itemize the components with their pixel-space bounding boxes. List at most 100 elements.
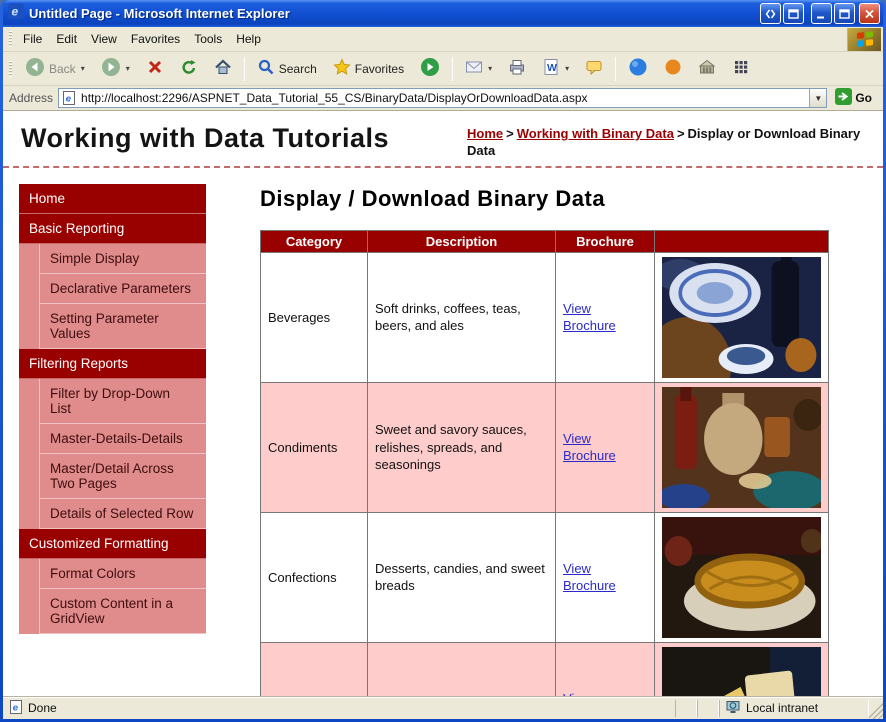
zone-label: Local intranet — [746, 701, 818, 715]
print-icon — [508, 58, 526, 79]
double-chevron-icon[interactable] — [760, 3, 781, 24]
media-icon — [420, 57, 440, 80]
window-icon[interactable] — [783, 3, 804, 24]
table-row: Confections Desserts, candies, and sweet… — [261, 512, 829, 642]
sidebar-item-declarative-parameters[interactable]: Declarative Parameters — [39, 274, 206, 304]
breadcrumb: Home>Working with Binary Data>Display or… — [467, 123, 865, 160]
refresh-button[interactable] — [173, 54, 205, 83]
titlebar[interactable]: e Untitled Page - Microsoft Internet Exp… — [3, 0, 883, 27]
search-icon — [257, 58, 275, 79]
site-header: Working with Data Tutorials Home>Working… — [3, 111, 883, 168]
view-brochure-link[interactable]: View Brochure — [563, 430, 647, 465]
sidebar-item-master-detail-two-pages[interactable]: Master/Detail Across Two Pages — [39, 454, 206, 499]
column-header-description: Description — [368, 230, 556, 252]
svg-text:e: e — [66, 94, 72, 105]
statusbar-pane — [675, 700, 697, 717]
forward-button[interactable]: ▾ — [94, 53, 137, 84]
address-label: Address — [7, 91, 53, 105]
view-brochure-link[interactable]: View Brochure — [563, 300, 647, 335]
back-button[interactable]: Back ▾ — [18, 53, 92, 84]
address-dropdown-button[interactable]: ▼ — [809, 89, 826, 107]
star-icon — [333, 58, 351, 79]
category-cell: Beverages — [261, 252, 368, 382]
maximize-button[interactable] — [834, 3, 855, 24]
minimize-button[interactable] — [811, 3, 832, 24]
breadcrumb-home-link[interactable]: Home — [467, 126, 503, 141]
table-header-row: Category Description Brochure — [261, 230, 829, 252]
mail-caret-icon: ▾ — [488, 64, 492, 73]
address-input[interactable] — [78, 91, 809, 105]
sidebar-item-customized-formatting[interactable]: Customized Formatting — [19, 529, 206, 559]
menu-tools[interactable]: Tools — [187, 29, 229, 49]
menu-help[interactable]: Help — [229, 29, 268, 49]
sidebar-item-custom-content-gridview[interactable]: Custom Content in a GridView — [39, 589, 206, 634]
edit-caret-icon: ▾ — [565, 64, 569, 73]
bank-button[interactable] — [691, 54, 723, 83]
statusbar: e Done Local intranet — [3, 696, 883, 719]
view-brochure-link[interactable]: View Brochure — [563, 690, 647, 696]
page-title: Display / Download Binary Data — [260, 186, 863, 212]
stop-button[interactable] — [139, 54, 171, 83]
sidebar-item-filtering-reports[interactable]: Filtering Reports — [19, 349, 206, 379]
toolbar-grip[interactable] — [9, 61, 12, 77]
discuss-button[interactable] — [578, 54, 610, 83]
sidebar-item-home[interactable]: Home — [19, 184, 206, 214]
menu-edit[interactable]: Edit — [49, 29, 84, 49]
categories-table: Category Description Brochure Beverages … — [260, 230, 829, 696]
sidebar-item-details-of-selected-row[interactable]: Details of Selected Row — [39, 499, 206, 529]
menubar: File Edit View Favorites Tools Help — [3, 27, 883, 52]
sidebar-item-simple-display[interactable]: Simple Display — [39, 244, 206, 274]
print-button[interactable] — [501, 54, 533, 83]
beverages-photo — [655, 252, 829, 382]
sidebar-nav: Home Basic Reporting Simple Display Decl… — [19, 184, 206, 634]
favorites-button[interactable]: Favorites — [326, 54, 411, 83]
home-button[interactable] — [207, 54, 239, 83]
messenger-button[interactable] — [621, 53, 655, 84]
table-row: Beverages Soft drinks, coffees, teas, be… — [261, 252, 829, 382]
page-icon: e — [9, 700, 23, 717]
toolbar-separator — [615, 57, 616, 81]
search-button[interactable]: Search — [250, 54, 324, 83]
grid-button[interactable] — [725, 54, 757, 83]
table-row: Condiments Sweet and savory sauces, reli… — [261, 382, 829, 512]
go-icon — [835, 88, 852, 108]
favorites-label: Favorites — [355, 62, 404, 76]
media-button[interactable] — [413, 53, 447, 84]
status-text: Done — [28, 701, 57, 715]
search-label: Search — [279, 62, 317, 76]
forward-icon — [101, 57, 121, 80]
menubar-grip[interactable] — [9, 31, 12, 47]
category-cell: Confections — [261, 512, 368, 642]
statusbar-pane — [697, 700, 719, 717]
menu-favorites[interactable]: Favorites — [124, 29, 187, 49]
condiments-photo — [655, 382, 829, 512]
dairy-photo — [655, 642, 829, 696]
mail-button[interactable]: ▾ — [458, 54, 499, 83]
resize-grip[interactable] — [869, 697, 883, 719]
mail-icon — [465, 58, 483, 79]
column-header-image — [655, 230, 829, 252]
description-cell: Cheeses — [368, 642, 556, 696]
toolbar-separator — [244, 57, 245, 81]
menu-view[interactable]: View — [84, 29, 124, 49]
grid-icon — [732, 58, 750, 79]
toolbar: Back ▾ ▾ Search Favorites — [3, 52, 883, 86]
column-header-category: Category — [261, 230, 368, 252]
main-panel: Display / Download Binary Data Category … — [260, 184, 883, 696]
orange-tool-button[interactable] — [657, 54, 689, 83]
sidebar-item-basic-reporting[interactable]: Basic Reporting — [19, 214, 206, 244]
edit-word-button[interactable]: W ▾ — [535, 54, 576, 83]
sidebar-item-format-colors[interactable]: Format Colors — [39, 559, 206, 589]
back-label: Back — [49, 62, 76, 76]
word-edit-icon: W — [542, 58, 560, 79]
sidebar-item-setting-parameter-values[interactable]: Setting Parameter Values — [39, 304, 206, 349]
close-button[interactable] — [859, 3, 880, 24]
sidebar-item-filter-by-dropdown-list[interactable]: Filter by Drop-Down List — [39, 379, 206, 424]
go-button[interactable]: Go — [832, 86, 879, 110]
menu-file[interactable]: File — [16, 29, 49, 49]
breadcrumb-section-link[interactable]: Working with Binary Data — [517, 126, 674, 141]
browser-window: e Untitled Page - Microsoft Internet Exp… — [0, 0, 886, 722]
sidebar-item-master-details-details[interactable]: Master-Details-Details — [39, 424, 206, 454]
view-brochure-link[interactable]: View Brochure — [563, 560, 647, 595]
stop-icon — [146, 58, 164, 79]
